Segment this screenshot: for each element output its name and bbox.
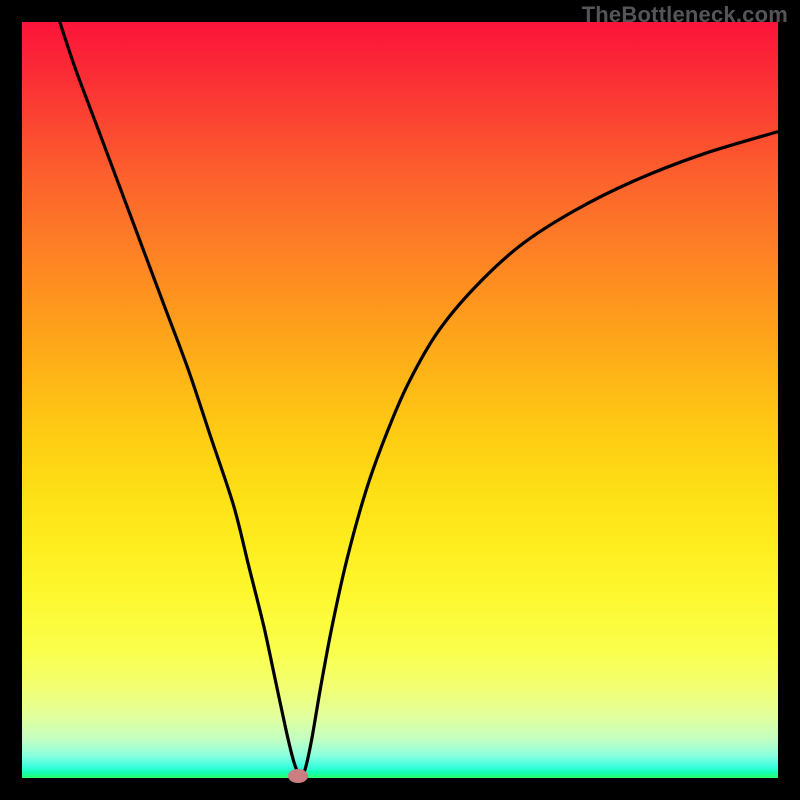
chart-container: TheBottleneck.com — [0, 0, 800, 800]
watermark-text: TheBottleneck.com — [582, 2, 788, 28]
minimum-marker — [288, 769, 308, 783]
curve-layer — [22, 22, 778, 778]
bottleneck-curve — [60, 22, 778, 776]
plot-frame — [22, 22, 778, 778]
